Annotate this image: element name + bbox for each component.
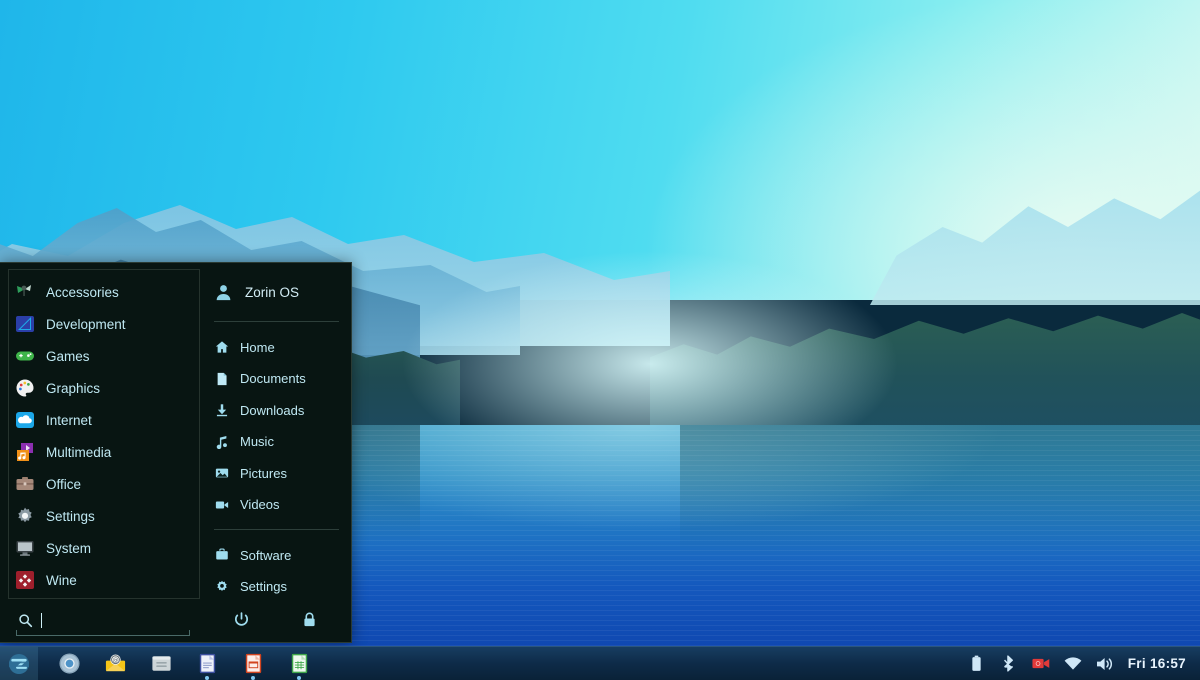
system-label: Software xyxy=(240,547,292,563)
taskbar-app-chromium[interactable] xyxy=(46,647,92,680)
taskbar-app-file-manager[interactable] xyxy=(138,647,184,680)
games-icon xyxy=(15,346,35,366)
accessories-icon xyxy=(15,282,35,302)
system-tray: Fri 16:57 xyxy=(968,655,1200,673)
software-bag-icon xyxy=(214,548,229,563)
category-label: Graphics xyxy=(46,380,101,396)
system-item-settings[interactable]: Settings xyxy=(200,571,351,603)
chromium-icon xyxy=(58,652,81,675)
volume-icon[interactable] xyxy=(1096,655,1114,673)
search-input-caret xyxy=(41,612,42,628)
calc-icon xyxy=(288,652,311,675)
category-list[interactable]: Accessories Development Games Graphics I… xyxy=(8,269,200,599)
running-indicator xyxy=(251,675,255,680)
category-label: Wine xyxy=(46,572,77,588)
taskbar-app-libreoffice-calc[interactable] xyxy=(276,647,322,680)
office-icon xyxy=(15,474,35,494)
menu-divider-top xyxy=(214,321,339,323)
category-item-office[interactable]: Office xyxy=(9,468,199,500)
taskbar-app-mail[interactable]: @ xyxy=(92,647,138,680)
category-label: Development xyxy=(46,316,126,332)
application-menu[interactable]: Accessories Development Games Graphics I… xyxy=(0,262,352,643)
taskbar-app-list: @ xyxy=(46,647,322,680)
mail-envelope-icon: @ xyxy=(104,652,127,675)
running-indicator xyxy=(297,675,301,680)
category-label: Office xyxy=(46,476,82,492)
video-camera-icon xyxy=(214,497,229,512)
search-icon xyxy=(18,613,33,628)
search-underline xyxy=(16,630,190,636)
file-manager-icon xyxy=(150,652,173,675)
category-item-games[interactable]: Games xyxy=(9,340,199,372)
category-label: System xyxy=(46,540,92,556)
category-label: Accessories xyxy=(46,284,119,300)
menu-left-column: Accessories Development Games Graphics I… xyxy=(0,263,200,642)
place-item-videos[interactable]: Videos xyxy=(200,489,351,521)
place-label: Documents xyxy=(240,371,306,387)
music-note-icon xyxy=(214,434,229,449)
place-label: Videos xyxy=(240,497,280,513)
category-label: Games xyxy=(46,348,90,364)
wine-icon xyxy=(15,570,35,590)
place-label: Music xyxy=(240,434,274,450)
power-button[interactable] xyxy=(231,608,253,630)
record-camera-icon[interactable] xyxy=(1032,655,1050,673)
battery-icon[interactable] xyxy=(968,655,986,673)
running-indicator xyxy=(205,675,209,680)
category-item-internet[interactable]: Internet xyxy=(9,404,199,436)
taskbar-app-libreoffice-writer[interactable] xyxy=(184,647,230,680)
place-item-home[interactable]: Home xyxy=(200,331,351,363)
menu-divider-bottom xyxy=(214,529,339,531)
category-item-system[interactable]: System xyxy=(9,532,199,564)
category-item-settings[interactable]: Settings xyxy=(9,500,199,532)
category-label: Internet xyxy=(46,412,92,428)
category-item-graphics[interactable]: Graphics xyxy=(9,372,199,404)
place-label: Home xyxy=(240,339,275,355)
lock-button[interactable] xyxy=(299,608,321,630)
place-label: Pictures xyxy=(240,465,287,481)
category-item-wine[interactable]: Wine xyxy=(9,564,199,596)
gear-icon xyxy=(214,579,229,594)
system-item-software[interactable]: Software xyxy=(200,539,351,571)
home-icon xyxy=(214,340,229,355)
system-icon xyxy=(15,538,35,558)
document-icon xyxy=(214,371,229,386)
category-label: Multimedia xyxy=(46,444,112,460)
place-item-pictures[interactable]: Pictures xyxy=(200,457,351,489)
place-item-documents[interactable]: Documents xyxy=(200,363,351,395)
wifi-icon[interactable] xyxy=(1064,655,1082,673)
taskbar[interactable]: @ Fri 16:57 xyxy=(0,646,1200,680)
bluetooth-icon[interactable] xyxy=(1000,655,1018,673)
internet-icon xyxy=(15,410,35,430)
user-avatar-icon xyxy=(214,283,233,302)
category-item-multimedia[interactable]: Multimedia xyxy=(9,436,199,468)
development-icon xyxy=(15,314,35,334)
writer-icon xyxy=(196,652,219,675)
impress-icon xyxy=(242,652,265,675)
category-item-development[interactable]: Development xyxy=(9,308,199,340)
settings-icon xyxy=(15,506,35,526)
user-name: Zorin OS xyxy=(245,285,300,301)
search-box[interactable] xyxy=(8,599,200,642)
menu-right-column: Zorin OS Home Documents Downloads Music … xyxy=(200,263,351,642)
multimedia-icon xyxy=(15,442,35,462)
category-item-accessories[interactable]: Accessories xyxy=(9,276,199,308)
user-row[interactable]: Zorin OS xyxy=(200,273,351,312)
category-label: Settings xyxy=(46,508,95,524)
system-label: Settings xyxy=(240,579,287,595)
download-icon xyxy=(214,403,229,418)
place-item-music[interactable]: Music xyxy=(200,426,351,458)
taskbar-app-libreoffice-impress[interactable] xyxy=(230,647,276,680)
picture-icon xyxy=(214,466,229,481)
graphics-icon xyxy=(15,378,35,398)
place-label: Downloads xyxy=(240,402,305,418)
place-item-downloads[interactable]: Downloads xyxy=(200,394,351,426)
start-button[interactable] xyxy=(0,646,38,680)
svg-text:@: @ xyxy=(112,656,118,664)
zorin-logo-icon xyxy=(7,652,31,676)
clock[interactable]: Fri 16:57 xyxy=(1128,656,1186,671)
wallpaper-haze xyxy=(400,250,900,440)
session-buttons xyxy=(200,602,351,641)
